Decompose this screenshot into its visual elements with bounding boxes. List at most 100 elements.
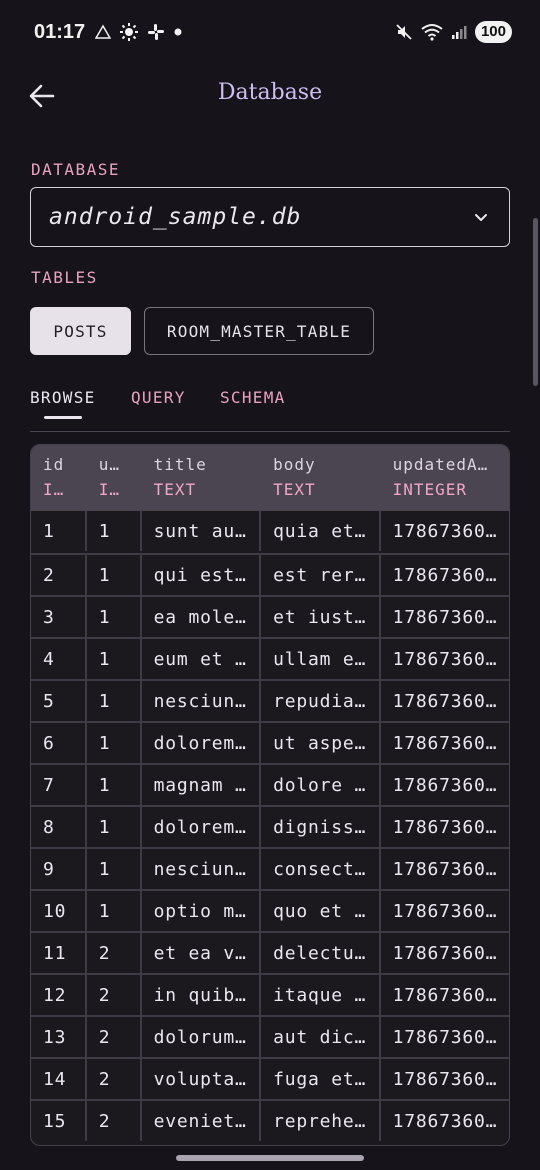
table-cell[interactable]: repudia… <box>259 681 378 721</box>
tab-browse[interactable]: BROWSE <box>30 388 96 407</box>
table-cell[interactable]: dolorem… <box>139 723 259 763</box>
table-cell[interactable]: 17867360… <box>378 1101 509 1141</box>
table-cell[interactable]: ullam e… <box>259 639 378 679</box>
table-cell[interactable]: 11 <box>31 933 85 973</box>
column-header-body[interactable]: body TEXT <box>259 445 378 511</box>
table-cell[interactable]: et ea v… <box>139 933 259 973</box>
table-cell[interactable]: 1 <box>84 765 140 805</box>
table-cell[interactable]: 17867360… <box>378 807 509 847</box>
table-cell[interactable]: consect… <box>259 849 378 889</box>
table-cell[interactable]: 14 <box>31 1059 85 1099</box>
home-indicator[interactable] <box>176 1155 364 1161</box>
table-cell[interactable]: 7 <box>31 765 85 805</box>
tab-query[interactable]: QUERY <box>131 388 186 407</box>
table-cell[interactable]: fuga et… <box>259 1059 378 1099</box>
table-cell[interactable]: et iust… <box>259 597 378 637</box>
table-cell[interactable]: 2 <box>31 555 85 595</box>
table-cell[interactable]: delectu… <box>259 933 378 973</box>
table-cell[interactable]: 3 <box>31 597 85 637</box>
table-cell[interactable]: 17867360… <box>378 1017 509 1057</box>
table-cell[interactable]: 17867360… <box>378 681 509 721</box>
table-cell[interactable]: optio m… <box>139 891 259 931</box>
table-cell[interactable]: ea mole… <box>139 597 259 637</box>
table-cell[interactable]: 17867360… <box>378 511 509 551</box>
table-cell[interactable]: 17867360… <box>378 849 509 889</box>
table-cell[interactable]: dolorem… <box>139 807 259 847</box>
table-cell[interactable]: digniss… <box>259 807 378 847</box>
table-cell[interactable]: 5 <box>31 681 85 721</box>
table-cell[interactable]: 1 <box>84 639 140 679</box>
table-cell[interactable]: 2 <box>84 975 140 1015</box>
table-cell[interactable]: aut dic… <box>259 1017 378 1057</box>
table-row[interactable]: 2 1 qui est… est rer… 17867360… <box>31 553 509 595</box>
table-cell[interactable]: 1 <box>84 723 140 763</box>
table-row[interactable]: 1 1 sunt au… quia et… 17867360… <box>31 511 509 553</box>
table-cell[interactable]: 17867360… <box>378 891 509 931</box>
table-cell[interactable]: 1 <box>84 597 140 637</box>
column-header-updatedat[interactable]: updatedA… INTEGER <box>379 445 509 511</box>
table-cell[interactable]: 1 <box>84 807 140 847</box>
table-cell[interactable]: 17867360… <box>378 975 509 1015</box>
table-row[interactable]: 6 1 dolorem… ut aspe… 17867360… <box>31 721 509 763</box>
table-cell[interactable]: 1 <box>84 681 140 721</box>
table-cell[interactable]: magnam … <box>139 765 259 805</box>
table-cell[interactable]: 15 <box>31 1101 85 1141</box>
table-cell[interactable]: 17867360… <box>378 933 509 973</box>
table-cell[interactable]: 6 <box>31 723 85 763</box>
column-header-id[interactable]: id I… <box>31 445 85 511</box>
table-cell[interactable]: sunt au… <box>139 511 259 551</box>
chip-room-master-table[interactable]: ROOM_MASTER_TABLE <box>144 307 374 355</box>
table-row[interactable]: 8 1 dolorem… digniss… 17867360… <box>31 805 509 847</box>
table-row[interactable]: 5 1 nesciun… repudia… 17867360… <box>31 679 509 721</box>
table-cell[interactable]: est rer… <box>259 555 378 595</box>
table-cell[interactable]: 1 <box>84 849 140 889</box>
table-cell[interactable]: 17867360… <box>378 639 509 679</box>
table-cell[interactable]: 17867360… <box>378 555 509 595</box>
table-row[interactable]: 15 2 eveniet… reprehe… 17867360… <box>31 1099 509 1141</box>
table-cell[interactable]: 1 <box>31 511 85 551</box>
table-cell[interactable]: dolorum… <box>139 1017 259 1057</box>
column-header-title[interactable]: title TEXT <box>140 445 259 511</box>
table-row[interactable]: 12 2 in quib… itaque … 17867360… <box>31 973 509 1015</box>
table-cell[interactable]: 9 <box>31 849 85 889</box>
table-cell[interactable]: 17867360… <box>378 597 509 637</box>
scrollbar[interactable] <box>533 218 538 386</box>
table-cell[interactable]: ut aspe… <box>259 723 378 763</box>
table-cell[interactable]: dolore … <box>259 765 378 805</box>
database-dropdown[interactable]: android_sample.db <box>30 187 510 247</box>
table-row[interactable]: 7 1 magnam … dolore … 17867360… <box>31 763 509 805</box>
column-header-userid[interactable]: u… I… <box>85 445 140 511</box>
table-cell[interactable]: 1 <box>84 891 140 931</box>
table-row[interactable]: 11 2 et ea v… delectu… 17867360… <box>31 931 509 973</box>
table-cell[interactable]: itaque … <box>259 975 378 1015</box>
table-cell[interactable]: eum et … <box>139 639 259 679</box>
chip-posts[interactable]: POSTS <box>30 307 131 355</box>
table-cell[interactable]: 1 <box>84 555 140 595</box>
tab-schema[interactable]: SCHEMA <box>220 388 286 407</box>
table-row[interactable]: 3 1 ea mole… et iust… 17867360… <box>31 595 509 637</box>
table-cell[interactable]: 4 <box>31 639 85 679</box>
table-cell[interactable]: quo et … <box>259 891 378 931</box>
table-cell[interactable]: 13 <box>31 1017 85 1057</box>
table-cell[interactable]: 2 <box>84 1059 140 1099</box>
table-cell[interactable]: 17867360… <box>378 723 509 763</box>
table-cell[interactable]: 12 <box>31 975 85 1015</box>
table-cell[interactable]: reprehe… <box>259 1101 378 1141</box>
table-cell[interactable]: 8 <box>31 807 85 847</box>
table-cell[interactable]: 10 <box>31 891 85 931</box>
table-cell[interactable]: eveniet… <box>139 1101 259 1141</box>
table-cell[interactable]: 17867360… <box>378 1059 509 1099</box>
table-cell[interactable]: 1 <box>84 511 140 551</box>
table-row[interactable]: 10 1 optio m… quo et … 17867360… <box>31 889 509 931</box>
table-cell[interactable]: 17867360… <box>378 765 509 805</box>
table-row[interactable]: 14 2 volupta… fuga et… 17867360… <box>31 1057 509 1099</box>
table-cell[interactable]: qui est… <box>139 555 259 595</box>
table-cell[interactable]: in quib… <box>139 975 259 1015</box>
table-cell[interactable]: volupta… <box>139 1059 259 1099</box>
table-cell[interactable]: nesciun… <box>139 681 259 721</box>
table-cell[interactable]: 2 <box>84 1101 140 1141</box>
table-cell[interactable]: 2 <box>84 1017 140 1057</box>
table-cell[interactable]: quia et… <box>259 511 378 551</box>
table-cell[interactable]: 2 <box>84 933 140 973</box>
data-table[interactable]: id I… u… I… title TEXT body TEXT updated… <box>30 444 510 1146</box>
